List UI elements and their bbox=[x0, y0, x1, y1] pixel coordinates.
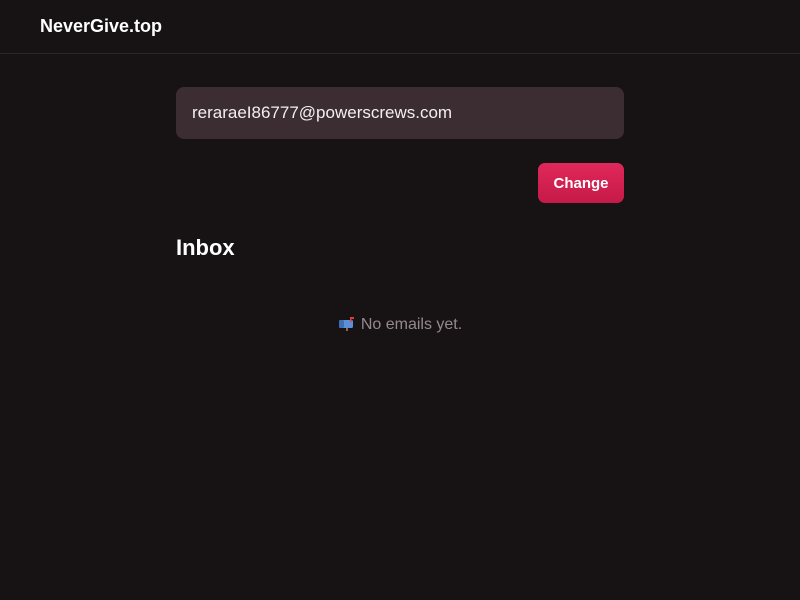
site-logo[interactable]: NeverGive.top bbox=[40, 16, 162, 36]
mailbox-icon bbox=[338, 317, 354, 331]
inbox-heading: Inbox bbox=[176, 235, 235, 260]
empty-inbox-text: No emails yet. bbox=[360, 316, 463, 333]
top-bar: NeverGive.top bbox=[0, 0, 800, 54]
email-address-field[interactable] bbox=[176, 87, 624, 139]
email-address-input[interactable] bbox=[192, 103, 608, 123]
change-button[interactable]: Change bbox=[538, 163, 624, 203]
empty-inbox-message: No emails yet. bbox=[0, 315, 800, 335]
